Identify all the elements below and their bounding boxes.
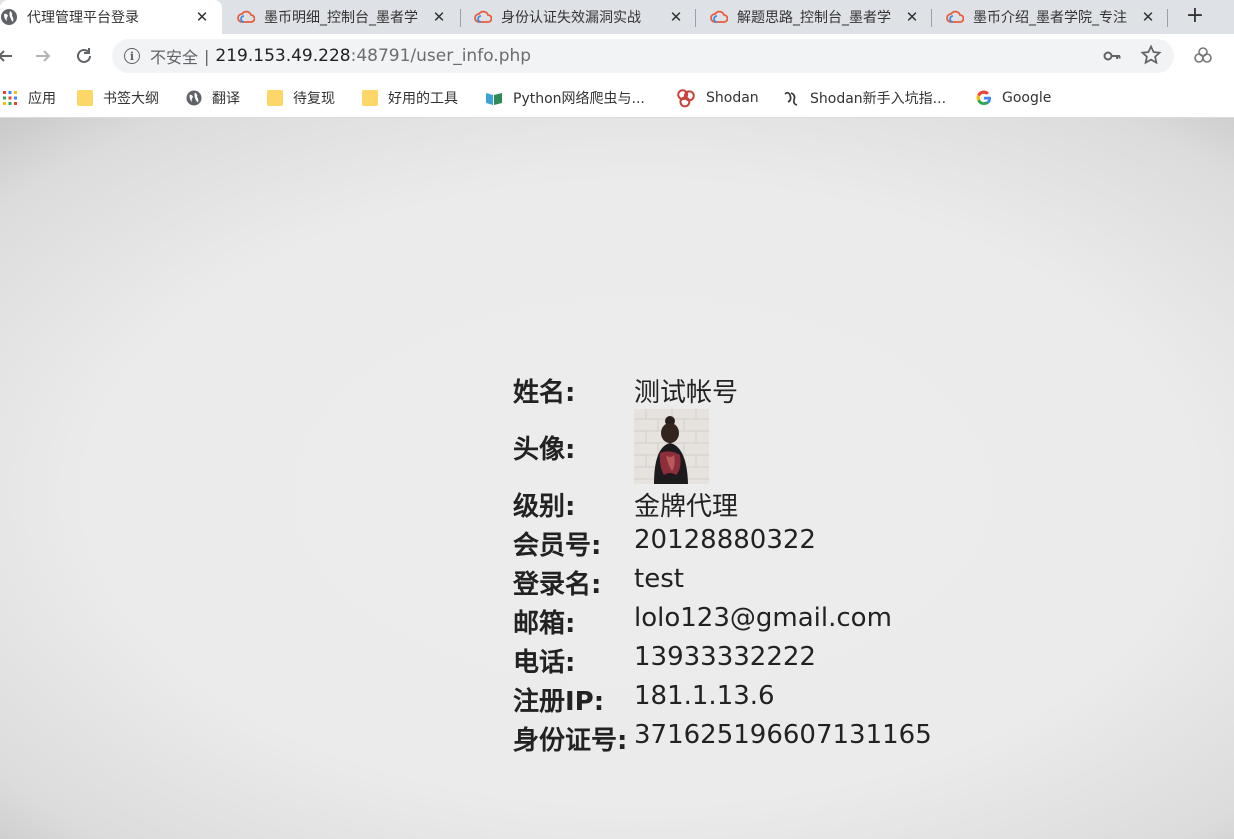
reload-icon — [77, 48, 91, 63]
bookmark-shodan[interactable]: Shodan — [676, 78, 759, 118]
avatar-label: 头像: — [513, 435, 576, 465]
bookmark-folder[interactable]: 待复现 — [267, 78, 335, 118]
email-value: lolo123@gmail.com — [634, 603, 892, 633]
tab-separator — [931, 9, 932, 27]
tab-title: 墨币明细_控制台_墨者学 — [264, 10, 418, 26]
bookmark-google[interactable]: Google — [976, 78, 1051, 118]
id-number-value: 371625196607131165 — [634, 720, 932, 750]
bookmark-shodan-guide[interactable]: Shodan新手入坑指... — [782, 78, 946, 118]
cloud-icon — [474, 10, 492, 23]
tab[interactable]: 墨币介绍_墨者学院_专注 ✕ — [946, 0, 1156, 34]
star-icon[interactable] — [1140, 44, 1162, 66]
globe-icon — [1, 9, 17, 25]
id-number-label: 身份证号: — [513, 726, 628, 756]
back-button[interactable] — [0, 43, 18, 69]
ip-label: 注册IP: — [513, 687, 605, 717]
phone-label: 电话: — [513, 648, 576, 678]
close-icon[interactable]: ✕ — [194, 8, 210, 26]
folder-icon — [362, 90, 378, 106]
extension-icon[interactable] — [1192, 46, 1214, 66]
cloud-icon — [946, 10, 964, 23]
name-value: 测试帐号 — [634, 378, 739, 408]
globe-icon — [186, 90, 202, 106]
key-icon[interactable] — [1102, 46, 1122, 66]
tab[interactable]: 墨币明细_控制台_墨者学 ✕ — [237, 0, 447, 34]
tab-separator — [1167, 9, 1168, 27]
avatar-photo-icon — [634, 409, 709, 484]
tab-title: 身份认证失效漏洞实战 — [501, 10, 641, 26]
bookmark-label: 好用的工具 — [388, 91, 458, 107]
name-label: 姓名: — [513, 378, 576, 408]
shodan-alt-icon — [784, 91, 798, 106]
url-path: :48791/user_info.php — [350, 46, 532, 66]
bookmark-label: 翻译 — [212, 91, 240, 107]
forward-button[interactable] — [30, 43, 56, 69]
apps-grid-icon — [3, 91, 17, 105]
bookmarks-bar: 应用 书签大纲 翻译 待复现 好用的工具 Python网络爬虫与... Shod… — [0, 78, 1234, 118]
level-label: 级别: — [513, 492, 576, 522]
bookmark-label: 书签大纲 — [103, 91, 159, 107]
close-icon[interactable]: ✕ — [904, 8, 920, 26]
login-label: 登录名: — [513, 570, 602, 600]
address-bar[interactable]: i 不安全 | 219.153.49.228:48791/user_info.p… — [112, 39, 1174, 73]
cloud-icon — [710, 10, 728, 23]
email-label: 邮箱: — [513, 609, 576, 639]
google-icon — [976, 90, 991, 106]
bookmark-folder[interactable]: 书签大纲 — [77, 78, 159, 118]
login-value: test — [634, 564, 684, 594]
bookmark-label: Google — [1002, 90, 1052, 106]
info-icon[interactable]: i — [124, 48, 140, 64]
shodan-icon — [677, 89, 695, 108]
tab[interactable]: 身份认证失效漏洞实战 ✕ — [474, 0, 684, 34]
level-value: 金牌代理 — [634, 492, 739, 522]
bookmark-label: Python网络爬虫与... — [513, 91, 645, 107]
close-icon[interactable]: ✕ — [668, 8, 684, 26]
bookmark-translate[interactable]: 翻译 — [186, 78, 240, 118]
ip-value: 181.1.13.6 — [634, 681, 775, 711]
bookmark-apps[interactable]: 应用 — [2, 78, 56, 118]
bookmark-label: Shodan新手入坑指... — [810, 91, 947, 107]
folder-icon — [267, 90, 283, 106]
avatar — [634, 409, 709, 484]
folder-icon — [77, 90, 93, 106]
member-label: 会员号: — [513, 531, 602, 561]
tab-title: 代理管理平台登录 — [27, 10, 139, 26]
close-icon[interactable]: ✕ — [1140, 8, 1156, 26]
close-icon[interactable]: ✕ — [431, 8, 447, 26]
arrow-right-icon — [36, 50, 51, 62]
tab-title: 解题思路_控制台_墨者学 — [737, 10, 891, 26]
tab[interactable]: 解题思路_控制台_墨者学 ✕ — [710, 0, 920, 34]
tab-title: 墨币介绍_墨者学院_专注 — [973, 10, 1127, 26]
book-icon — [486, 93, 502, 105]
bookmark-label: 应用 — [28, 91, 56, 107]
reload-button[interactable] — [71, 43, 97, 69]
phone-value: 13933332222 — [634, 642, 816, 672]
cloud-icon — [237, 10, 255, 23]
member-value: 20128880322 — [634, 525, 816, 555]
tab-active[interactable]: 代理管理平台登录 ✕ — [0, 0, 222, 34]
bookmark-label: 待复现 — [293, 91, 335, 107]
arrow-left-icon — [0, 50, 12, 62]
bookmark-folder[interactable]: 好用的工具 — [362, 78, 458, 118]
tab-separator — [460, 9, 461, 27]
bookmark-python[interactable]: Python网络爬虫与... — [485, 78, 645, 118]
tab-separator — [695, 9, 696, 27]
security-label[interactable]: 不安全 — [150, 44, 198, 68]
new-tab-button[interactable]: + — [1182, 3, 1208, 28]
url-host: 219.153.49.228 — [215, 46, 351, 66]
url-separator: | — [204, 46, 210, 66]
page-content: 姓名: 测试帐号 头像: 级别: 金牌代理 会员号: 20128880322 登… — [0, 118, 1234, 839]
tab-strip: 代理管理平台登录 ✕ 墨币明细_控制台_墨者学 ✕ 身份认证失效漏洞实战 ✕ 解… — [0, 0, 1234, 34]
bookmark-label: Shodan — [706, 90, 759, 106]
toolbar: i 不安全 | 219.153.49.228:48791/user_info.p… — [0, 34, 1234, 78]
